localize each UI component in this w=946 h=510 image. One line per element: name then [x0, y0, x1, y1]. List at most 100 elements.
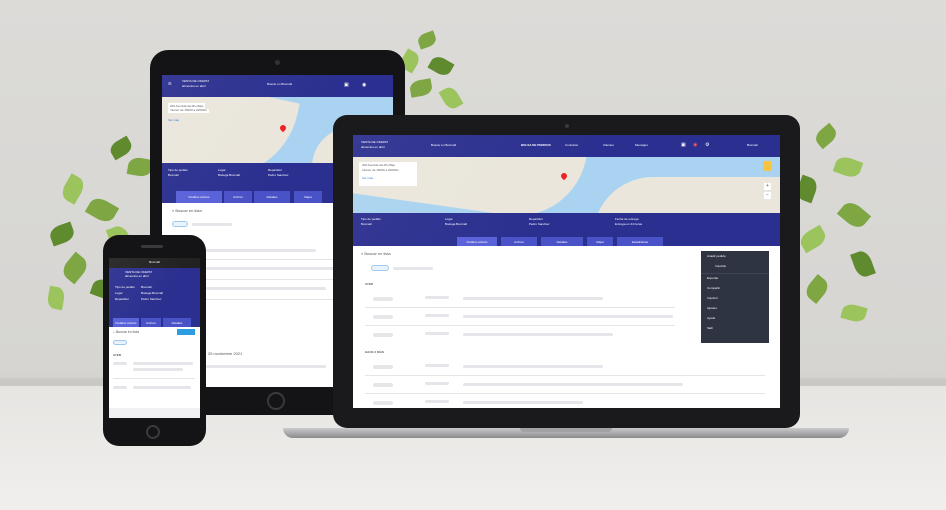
dropdown-item[interactable]: Anadir pedido — [707, 255, 726, 259]
row-name — [425, 382, 449, 385]
app-topbar: VENTA DE OFERTA alimentos en abril Busca… — [353, 135, 780, 157]
tab-active-orders[interactable]: Pedidos activos — [113, 318, 139, 327]
tablet-camera — [275, 60, 280, 65]
tab-archive[interactable]: Archivo — [141, 318, 161, 327]
row-text — [463, 383, 683, 386]
nav-item-orders[interactable]: BOLSA DE PEDIDOS — [521, 144, 551, 148]
search-list[interactable]: ⌕ Buscar en lista — [361, 251, 391, 256]
laptop-screen: VENTA DE OFERTA alimentos en abril Busca… — [353, 135, 780, 408]
search-label[interactable]: Buscar en Boxmall — [431, 144, 456, 148]
filter-chip[interactable] — [113, 340, 127, 345]
phone-header: Boxmall — [109, 258, 200, 268]
info-label: Fecha de entrega — [615, 218, 639, 221]
grid-icon[interactable]: ▣ — [681, 142, 686, 149]
row-text — [463, 401, 583, 404]
tab-bar: Pedidos activos Archivo Detalles Mapa Es… — [353, 237, 780, 246]
map-view[interactable]: 200 Avenida del Rio Bajo Interior de 150… — [353, 157, 780, 213]
tab-map[interactable]: Mapa — [294, 191, 322, 203]
row-text — [463, 365, 603, 368]
tab-archive[interactable]: Archivo — [501, 237, 537, 246]
search-input[interactable]: Buscar en lista — [175, 208, 201, 213]
dropdown-item[interactable]: Salir — [707, 327, 713, 331]
order-info-bar: Tipo de pedido Boxmall Lugar Bodega Boxm… — [109, 282, 200, 318]
tab-stats[interactable]: Estadisticas — [617, 237, 663, 246]
row-text — [463, 315, 673, 318]
location-sub: alimentos en abril — [182, 85, 206, 88]
tab-details[interactable]: Detalles — [163, 318, 191, 327]
context-dropdown: Anadir pedido Importar Exportar Comparti… — [701, 251, 769, 343]
tab-details[interactable]: Detalles — [541, 237, 583, 246]
map-card-link[interactable]: Ver mas — [168, 119, 179, 123]
zoom-in-icon[interactable]: + — [764, 183, 771, 190]
filter-button[interactable] — [177, 329, 195, 335]
search-input[interactable]: Buscar en lista — [364, 251, 390, 256]
info-value: Boxmall — [141, 286, 152, 289]
filter-chip[interactable] — [172, 221, 188, 227]
notification-icon[interactable]: ◉ — [362, 82, 366, 89]
map-land-east — [593, 177, 780, 213]
filter-hint — [393, 267, 433, 270]
row-badge — [373, 297, 393, 301]
dropdown-item[interactable]: Compartir — [707, 287, 720, 291]
nav-item-messages[interactable]: Mensajes — [635, 144, 648, 148]
row-divider — [113, 378, 195, 379]
dropdown-item[interactable]: Exportar — [707, 277, 718, 281]
nav-item-clients[interactable]: Clientes — [603, 144, 614, 148]
map-card-sub: Interior de 15000 a 20000m — [168, 109, 209, 113]
info-label: Tipo de pedido — [168, 169, 188, 172]
tab-details[interactable]: Detalles — [254, 191, 290, 203]
row-badge — [113, 362, 127, 365]
user-menu[interactable]: Boxmall — [747, 144, 758, 148]
tab-archive[interactable]: Archivo — [224, 191, 252, 203]
settings-icon[interactable]: ⚙ — [705, 142, 709, 149]
tablet-home-button[interactable] — [267, 392, 285, 410]
phone-toolbar — [109, 408, 200, 418]
filter-chip[interactable] — [371, 265, 389, 271]
info-label: Tipo de pedido — [361, 218, 381, 221]
row-divider — [365, 325, 675, 326]
row-name — [425, 296, 449, 299]
row-text — [463, 297, 603, 300]
zoom-out-icon[interactable]: − — [764, 192, 771, 199]
tab-active-orders[interactable]: Pedidos activos — [176, 191, 222, 203]
row-name — [425, 400, 449, 403]
info-label: Lugar — [445, 218, 453, 221]
search-list[interactable]: ⌕ Buscar en lista — [113, 330, 139, 335]
search-label[interactable]: Buscar en Boxmall — [267, 83, 292, 87]
row-badge — [373, 401, 393, 405]
info-label: Repartidor — [115, 298, 130, 301]
dropdown-item[interactable]: Ajustes — [707, 307, 717, 311]
phone-home-button[interactable] — [146, 425, 160, 439]
notification-icon[interactable]: ◉ — [693, 142, 697, 149]
info-value: Bodega Boxmall — [218, 174, 240, 177]
group-header: AYER — [113, 354, 122, 357]
info-label: Tipo de pedido — [115, 286, 135, 289]
map-card: 200 Avenida del Rio Bajo Interior de 150… — [359, 162, 417, 186]
menu-icon[interactable]: ☰ — [168, 81, 172, 86]
street-view-icon[interactable] — [763, 161, 771, 171]
info-label: Repartidor — [529, 218, 544, 221]
row-badge — [373, 333, 393, 337]
row-divider — [365, 307, 675, 308]
search-list[interactable]: ⌕ Buscar en lista — [172, 208, 202, 213]
bell-icon[interactable]: ▣ — [344, 82, 349, 89]
dropdown-item[interactable]: Importar — [715, 265, 726, 269]
tab-active-orders[interactable]: Pedidos activos — [457, 237, 497, 246]
tab-map[interactable]: Mapa — [587, 237, 613, 246]
product-mockup-scene: ☰ VENTA DE OFERTA alimentos en abril Bus… — [0, 0, 946, 510]
row-name — [425, 314, 449, 317]
row-name — [425, 364, 449, 367]
search-input[interactable]: Buscar en lista — [116, 330, 139, 334]
map-card-link[interactable]: Ver mas — [362, 177, 373, 181]
row-badge — [113, 386, 127, 389]
dropdown-item[interactable]: Ayuda — [707, 317, 715, 321]
info-value: Entrega en 24 horas — [615, 223, 643, 226]
info-label: Repartidor — [268, 169, 283, 172]
nav-item-contracts[interactable]: Contratos — [565, 144, 578, 148]
group-header: AYER — [365, 283, 374, 286]
row-divider — [365, 393, 765, 394]
dropdown-item[interactable]: Imprimir — [707, 297, 718, 301]
group-date: 25 noviembre 2021 — [208, 351, 243, 356]
info-label: Lugar — [115, 292, 123, 295]
app-topbar: VENTA DE OFERTA alimentos en abril — [109, 268, 200, 282]
